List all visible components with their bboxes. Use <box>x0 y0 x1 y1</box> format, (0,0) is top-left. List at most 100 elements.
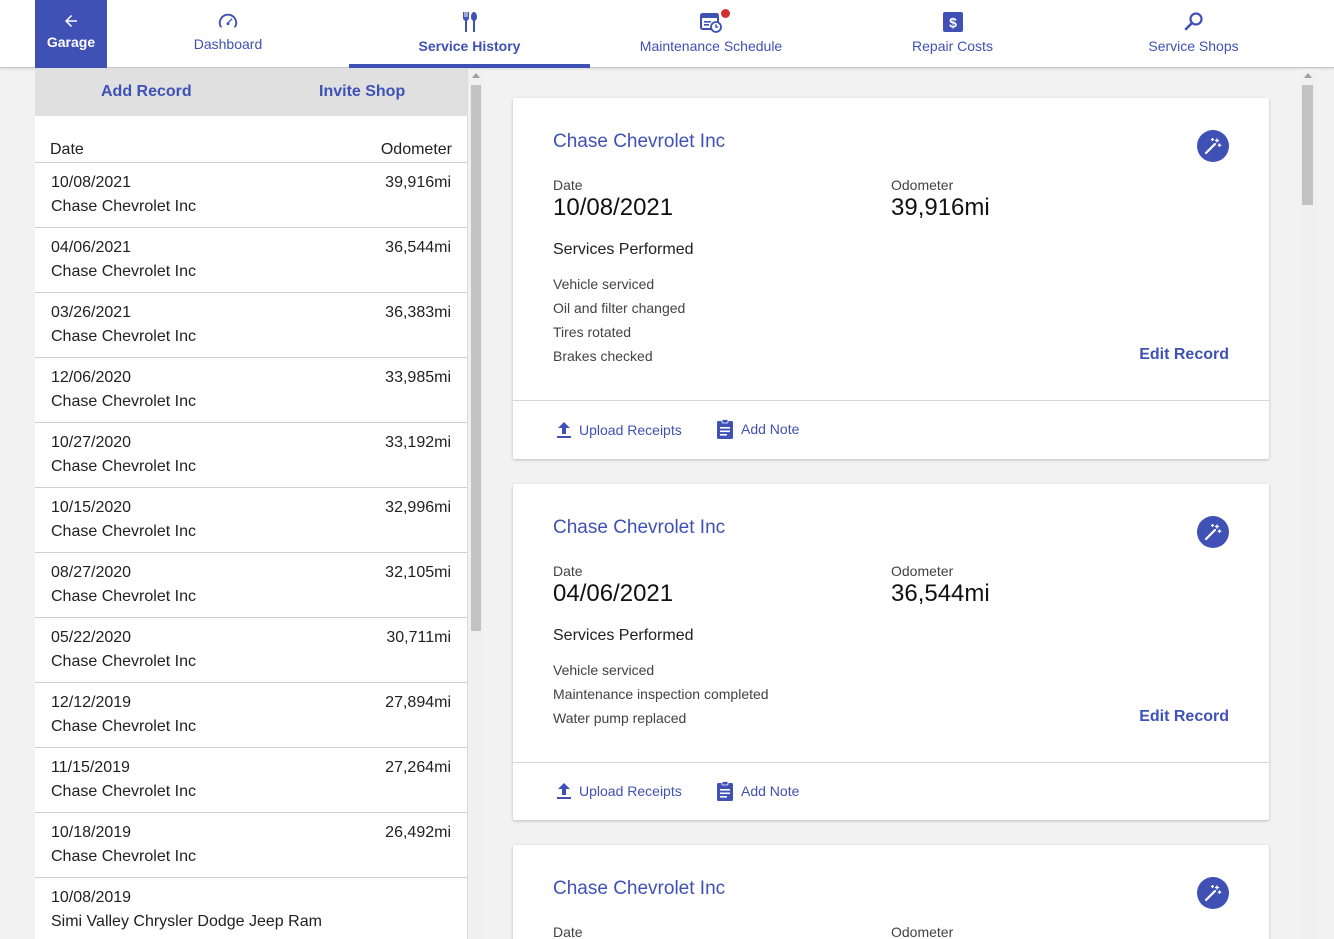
calendar-clock-icon <box>700 13 722 33</box>
row-shop: Chase Chevrolet Inc <box>51 848 196 865</box>
odometer-label: Odometer <box>891 563 954 579</box>
list-item[interactable]: 04/06/2021 Chase Chevrolet Inc 36,544mi <box>35 228 467 293</box>
list-item[interactable]: 10/08/2021 Chase Chevrolet Inc 39,916mi <box>35 163 467 228</box>
tab-service-shops[interactable]: Service Shops <box>1073 0 1314 68</box>
list-item[interactable]: 10/18/2019 Chase Chevrolet Inc 26,492mi <box>35 813 467 878</box>
upload-receipts-label: Upload Receipts <box>579 422 682 438</box>
card-shop-name[interactable]: Chase Chevrolet Inc <box>553 517 725 539</box>
list-scrollbar[interactable] <box>467 69 484 939</box>
row-date: 03/26/2021 <box>51 304 132 321</box>
upload-icon <box>557 783 571 799</box>
service-item: Tires rotated <box>553 324 632 340</box>
back-arrow-icon <box>65 15 77 27</box>
magic-wand-icon <box>1204 884 1222 902</box>
list-actions-bar: Add Record Invite Shop <box>35 69 467 116</box>
tab-maintenance-schedule[interactable]: Maintenance Schedule <box>590 0 832 68</box>
date-value: 04/06/2021 <box>553 580 674 607</box>
service-item: Maintenance inspection completed <box>553 686 769 702</box>
magic-wand-button[interactable] <box>1197 516 1229 548</box>
row-date: 08/27/2020 <box>51 564 132 581</box>
upload-receipts-button[interactable]: Upload Receipts <box>556 782 682 800</box>
odometer-value: 36,544mi <box>891 580 990 607</box>
row-date: 10/08/2019 <box>51 889 132 906</box>
service-record-list-panel: Add Record Invite Shop Date Odometer 10/… <box>35 69 467 939</box>
service-record-card: Chase Chevrolet Inc Date 10/08/2021 Odom… <box>513 98 1269 459</box>
services-performed-heading: Services Performed <box>553 627 694 644</box>
row-shop: Chase Chevrolet Inc <box>51 653 196 670</box>
add-note-label: Add Note <box>741 783 800 799</box>
edit-record-button[interactable]: Edit Record <box>1139 708 1229 726</box>
invite-shop-button[interactable]: Invite Shop <box>319 83 405 101</box>
magic-wand-button[interactable] <box>1197 877 1229 909</box>
row-shop: Chase Chevrolet Inc <box>51 263 196 280</box>
row-odometer: 33,192mi <box>385 434 451 451</box>
tab-repair-costs-label: Repair Costs <box>912 38 993 54</box>
date-label: Date <box>553 177 583 193</box>
list-item[interactable]: 08/27/2020 Chase Chevrolet Inc 32,105mi <box>35 553 467 618</box>
tab-dashboard[interactable]: Dashboard <box>107 0 349 68</box>
list-item[interactable]: 12/12/2019 Chase Chevrolet Inc 27,894mi <box>35 683 467 748</box>
card-shop-name[interactable]: Chase Chevrolet Inc <box>553 131 725 153</box>
tools-icon <box>462 12 477 32</box>
services-performed-heading: Services Performed <box>553 241 694 258</box>
tab-service-history[interactable]: Service History <box>349 0 590 68</box>
card-divider <box>513 762 1269 763</box>
row-odometer: 30,711mi <box>386 629 451 646</box>
row-odometer: 36,383mi <box>385 304 451 321</box>
add-note-button[interactable]: Add Note <box>716 781 799 801</box>
row-odometer: 32,105mi <box>385 564 451 581</box>
list-item[interactable]: 11/15/2019 Chase Chevrolet Inc 27,264mi <box>35 748 467 813</box>
scroll-up-arrow-icon[interactable] <box>1304 73 1312 78</box>
list-item[interactable]: 10/27/2020 Chase Chevrolet Inc 33,192mi <box>35 423 467 488</box>
card-shop-name[interactable]: Chase Chevrolet Inc <box>553 878 725 900</box>
record-detail-area: Chase Chevrolet Inc Date 10/08/2021 Odom… <box>484 69 1300 939</box>
list-item[interactable]: 10/08/2019 Simi Valley Chrysler Dodge Jee… <box>35 878 467 939</box>
row-shop: Chase Chevrolet Inc <box>51 458 196 475</box>
scroll-up-arrow-icon[interactable] <box>472 73 480 78</box>
tab-maintenance-schedule-label: Maintenance Schedule <box>639 38 783 54</box>
list-item[interactable]: 05/22/2020 Chase Chevrolet Inc 30,711mi <box>35 618 467 683</box>
garage-label: Garage <box>46 34 96 50</box>
list-item[interactable]: 10/15/2020 Chase Chevrolet Inc 32,996mi <box>35 488 467 553</box>
row-date: 05/22/2020 <box>51 629 132 646</box>
add-note-label: Add Note <box>741 421 800 437</box>
magic-wand-icon <box>1204 523 1222 541</box>
add-note-button[interactable]: Add Note <box>716 419 799 439</box>
record-list: 10/08/2021 Chase Chevrolet Inc 39,916mi 04… <box>35 163 467 939</box>
column-header-date: Date <box>50 141 84 158</box>
list-item[interactable]: 12/06/2020 Chase Chevrolet Inc 33,985mi <box>35 358 467 423</box>
row-shop: Chase Chevrolet Inc <box>51 783 196 800</box>
row-odometer: 26,492mi <box>385 824 451 841</box>
row-odometer: 27,894mi <box>385 694 451 711</box>
row-date: 12/06/2020 <box>51 369 132 386</box>
service-record-card: Chase Chevrolet Inc Date Odometer <box>513 845 1269 939</box>
detail-scrollbar[interactable] <box>1300 69 1317 939</box>
card-divider <box>513 400 1269 401</box>
date-value: 10/08/2021 <box>553 194 674 221</box>
odometer-value: 39,916mi <box>891 194 990 221</box>
tab-repair-costs[interactable]: $ Repair Costs <box>832 0 1073 68</box>
add-record-button[interactable]: Add Record <box>101 83 192 101</box>
list-header: Date Odometer <box>35 116 467 163</box>
list-item[interactable]: 03/26/2021 Chase Chevrolet Inc 36,383mi <box>35 293 467 358</box>
dollar-icon: $ <box>942 12 963 32</box>
scrollbar-thumb[interactable] <box>1302 85 1313 205</box>
upload-icon <box>557 422 571 438</box>
row-shop: Chase Chevrolet Inc <box>51 393 196 410</box>
scrollbar-thumb[interactable] <box>471 85 481 631</box>
notification-dot <box>721 9 730 18</box>
edit-record-button[interactable]: Edit Record <box>1139 346 1229 364</box>
row-odometer: 39,916mi <box>385 174 451 191</box>
row-shop: Chase Chevrolet Inc <box>51 718 196 735</box>
garage-button[interactable]: Garage <box>35 0 107 68</box>
row-shop: Chase Chevrolet Inc <box>51 198 196 215</box>
row-odometer: 32,996mi <box>385 499 451 516</box>
service-item: Brakes checked <box>553 348 653 364</box>
row-shop: Simi Valley Chrysler Dodge Jeep Ram <box>51 913 322 930</box>
row-shop: Chase Chevrolet Inc <box>51 328 196 345</box>
row-shop: Chase Chevrolet Inc <box>51 588 196 605</box>
odometer-label: Odometer <box>891 177 954 193</box>
upload-receipts-button[interactable]: Upload Receipts <box>556 421 682 439</box>
magic-wand-button[interactable] <box>1197 130 1229 162</box>
row-date: 12/12/2019 <box>51 694 132 711</box>
